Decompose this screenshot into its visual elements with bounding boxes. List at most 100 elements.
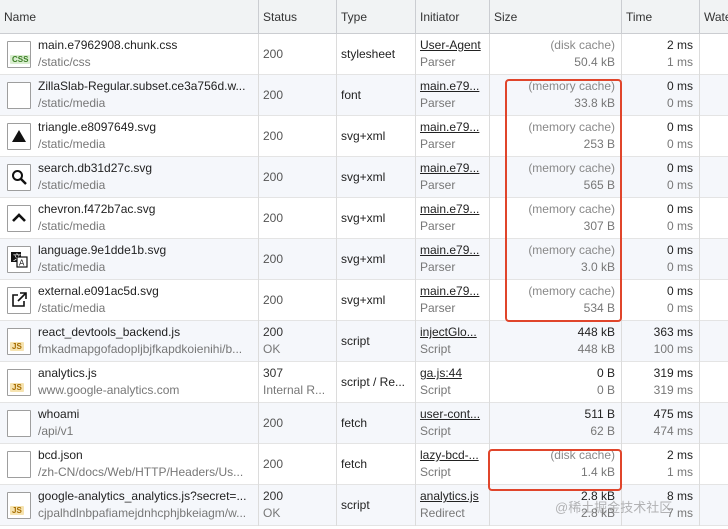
name-cell[interactable]: whoami /api/v1 xyxy=(0,403,259,444)
table-row[interactable]: search.db31d27c.svg /static/media 200 sv… xyxy=(0,157,728,198)
size-cell: 511 B 62 B xyxy=(490,403,622,444)
initiator-link[interactable]: ga.js:44 xyxy=(420,366,485,381)
resource-name[interactable]: language.9e1dde1b.svg xyxy=(38,243,252,258)
initiator-link[interactable]: main.e79... xyxy=(420,202,485,217)
resource-name[interactable]: analytics.js xyxy=(38,366,252,381)
resource-type: fetch xyxy=(341,416,368,430)
name-cell[interactable]: JS react_devtools_backend.js fmkadmapgof… xyxy=(0,321,259,362)
initiator-link[interactable]: user-cont... xyxy=(420,407,485,422)
initiator-link[interactable]: lazy-bcd-... xyxy=(420,448,485,463)
status-cell: 200 xyxy=(259,239,337,280)
status-text: OK xyxy=(263,506,281,520)
external-link-icon xyxy=(7,287,31,314)
table-row[interactable]: JS analytics.js www.google-analytics.com… xyxy=(0,362,728,403)
language-icon: 文A xyxy=(7,246,31,273)
name-cell[interactable]: ZillaSlab-Regular.subset.ce3a756d.w... /… xyxy=(0,75,259,116)
size-cell: (memory cache) 307 B xyxy=(490,198,622,239)
resource-name[interactable]: search.db31d27c.svg xyxy=(38,161,252,176)
resource-size: 448 kB xyxy=(577,342,615,356)
name-cell[interactable]: triangle.e8097649.svg /static/media xyxy=(0,116,259,157)
initiator-cell: lazy-bcd-... Script xyxy=(416,444,490,485)
status-code: 200 xyxy=(263,252,284,266)
name-cell[interactable]: external.e091ac5d.svg /static/media xyxy=(0,280,259,321)
resource-name[interactable]: external.e091ac5d.svg xyxy=(38,284,252,299)
initiator-link[interactable]: main.e79... xyxy=(420,284,485,299)
initiator-link[interactable]: main.e79... xyxy=(420,161,485,176)
initiator-type: Script xyxy=(420,383,451,397)
resource-name[interactable]: whoami xyxy=(38,407,252,422)
column-header-initiator[interactable]: Initiator xyxy=(416,0,490,34)
waterfall-cell xyxy=(700,157,728,198)
table-row[interactable]: chevron.f472b7ac.svg /static/media 200 s… xyxy=(0,198,728,239)
initiator-link[interactable]: User-Agent xyxy=(420,38,485,53)
resource-type: svg+xml xyxy=(341,252,386,266)
type-cell: svg+xml xyxy=(337,280,416,321)
transferred-size: (disk cache) xyxy=(550,448,615,462)
name-cell[interactable]: JS google-analytics_analytics.js?secret=… xyxy=(0,485,259,526)
column-header-waterfall[interactable]: Wate xyxy=(700,0,728,34)
table-header: Name Status Type Initiator Size Time Wat… xyxy=(0,0,728,34)
status-code: 307 xyxy=(263,366,284,380)
name-cell[interactable]: chevron.f472b7ac.svg /static/media xyxy=(0,198,259,239)
initiator-cell: main.e79... Parser xyxy=(416,198,490,239)
resource-size: 33.8 kB xyxy=(574,96,615,110)
table-row[interactable]: ZillaSlab-Regular.subset.ce3a756d.w... /… xyxy=(0,75,728,116)
resource-name[interactable]: bcd.json xyxy=(38,448,252,463)
initiator-link[interactable]: injectGlo... xyxy=(420,325,485,340)
waterfall-cell xyxy=(700,75,728,116)
table-row[interactable]: JS react_devtools_backend.js fmkadmapgof… xyxy=(0,321,728,362)
initiator-type: Parser xyxy=(420,137,456,151)
time-cell: 0 ms 0 ms xyxy=(622,280,700,321)
table-row[interactable]: whoami /api/v1 200 fetch user-cont... Sc… xyxy=(0,403,728,444)
table-row[interactable]: bcd.json /zh-CN/docs/Web/HTTP/Headers/Us… xyxy=(0,444,728,485)
js-file-icon: JS xyxy=(7,369,31,396)
resource-name[interactable]: google-analytics_analytics.js?secret=... xyxy=(38,489,252,504)
total-time: 2 ms xyxy=(666,448,693,462)
resource-type: script xyxy=(341,334,370,348)
blank-file-icon xyxy=(7,451,31,478)
resource-name[interactable]: ZillaSlab-Regular.subset.ce3a756d.w... xyxy=(38,79,252,94)
resource-name[interactable]: triangle.e8097649.svg xyxy=(38,120,252,135)
column-header-name[interactable]: Name xyxy=(0,0,259,34)
transferred-size: (memory cache) xyxy=(528,161,615,175)
status-code: 200 xyxy=(263,489,284,503)
latency-time: 1 ms xyxy=(666,55,693,69)
initiator-link[interactable]: main.e79... xyxy=(420,243,485,258)
transferred-size: (memory cache) xyxy=(528,79,615,93)
waterfall-cell xyxy=(700,444,728,485)
total-time: 0 ms xyxy=(666,120,693,134)
name-cell[interactable]: 文A language.9e1dde1b.svg /static/media xyxy=(0,239,259,280)
status-code: 200 xyxy=(263,211,284,225)
table-row[interactable]: CSS main.e7962908.chunk.css /static/css … xyxy=(0,34,728,75)
total-time: 319 ms xyxy=(653,366,693,380)
name-cell[interactable]: search.db31d27c.svg /static/media xyxy=(0,157,259,198)
column-header-size[interactable]: Size xyxy=(490,0,622,34)
resource-size: 62 B xyxy=(590,424,615,438)
name-cell[interactable]: JS analytics.js www.google-analytics.com xyxy=(0,362,259,403)
table-row[interactable]: 文A language.9e1dde1b.svg /static/media 2… xyxy=(0,239,728,280)
name-cell[interactable]: bcd.json /zh-CN/docs/Web/HTTP/Headers/Us… xyxy=(0,444,259,485)
type-cell: svg+xml xyxy=(337,239,416,280)
table-row[interactable]: external.e091ac5d.svg /static/media 200 … xyxy=(0,280,728,321)
transferred-size: (memory cache) xyxy=(528,284,615,298)
column-header-status[interactable]: Status xyxy=(259,0,337,34)
time-cell: 0 ms 0 ms xyxy=(622,75,700,116)
initiator-link[interactable]: main.e79... xyxy=(420,79,485,94)
name-cell[interactable]: CSS main.e7962908.chunk.css /static/css xyxy=(0,34,259,75)
resource-name[interactable]: react_devtools_backend.js xyxy=(38,325,252,340)
table-row[interactable]: triangle.e8097649.svg /static/media 200 … xyxy=(0,116,728,157)
column-header-type[interactable]: Type xyxy=(337,0,416,34)
resource-size: 307 B xyxy=(583,219,615,233)
status-cell: 200 xyxy=(259,403,337,444)
initiator-link[interactable]: analytics.js xyxy=(420,489,485,504)
type-cell: svg+xml xyxy=(337,198,416,239)
resource-type: svg+xml xyxy=(341,293,386,307)
resource-name[interactable]: chevron.f472b7ac.svg xyxy=(38,202,252,217)
resource-name[interactable]: main.e7962908.chunk.css xyxy=(38,38,252,53)
js-file-icon: JS xyxy=(7,328,31,355)
initiator-type: Script xyxy=(420,465,451,479)
initiator-type: Parser xyxy=(420,55,456,69)
column-header-time[interactable]: Time xyxy=(622,0,700,34)
initiator-link[interactable]: main.e79... xyxy=(420,120,485,135)
blank-file-icon xyxy=(7,410,31,437)
